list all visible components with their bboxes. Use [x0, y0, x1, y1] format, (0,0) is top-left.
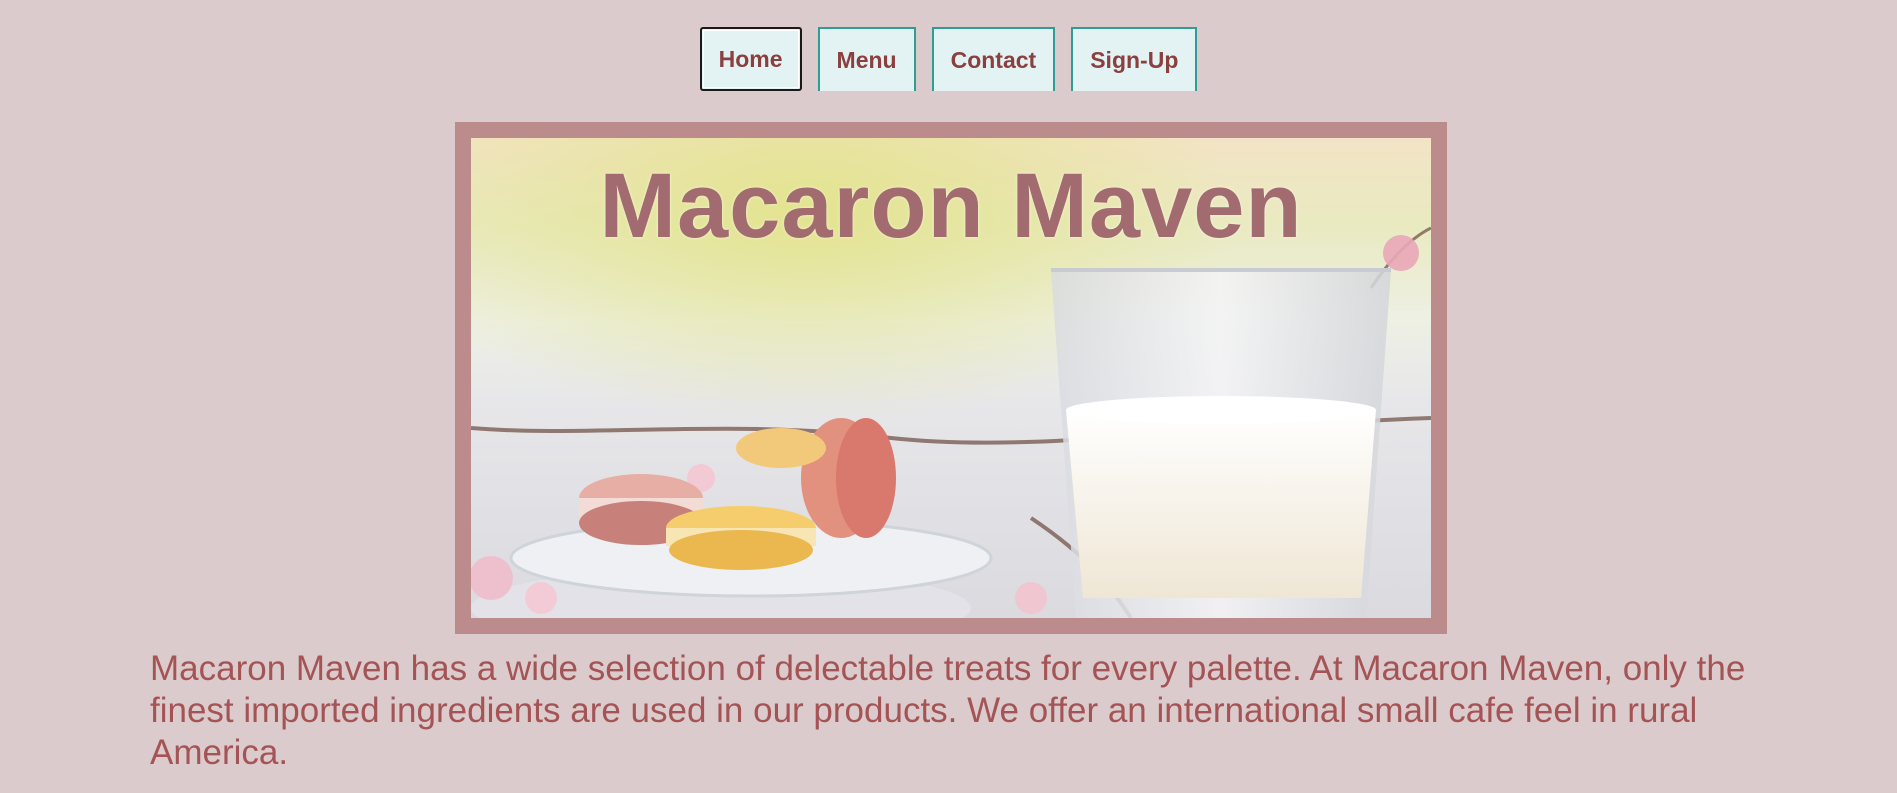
nav-contact-button[interactable]: Contact: [931, 27, 1056, 91]
nav-home-button[interactable]: Home: [699, 27, 802, 91]
intro-text: Macaron Maven has a wide selection of de…: [150, 649, 1746, 772]
hero-banner: Macaron Maven: [455, 122, 1447, 634]
nav-signup-button[interactable]: Sign-Up: [1071, 27, 1198, 91]
main-nav: Home Menu Contact Sign-Up: [0, 27, 1897, 91]
site-title: Macaron Maven: [599, 155, 1303, 257]
milk-glass: [1051, 268, 1391, 618]
nav-menu-button[interactable]: Menu: [817, 27, 916, 91]
